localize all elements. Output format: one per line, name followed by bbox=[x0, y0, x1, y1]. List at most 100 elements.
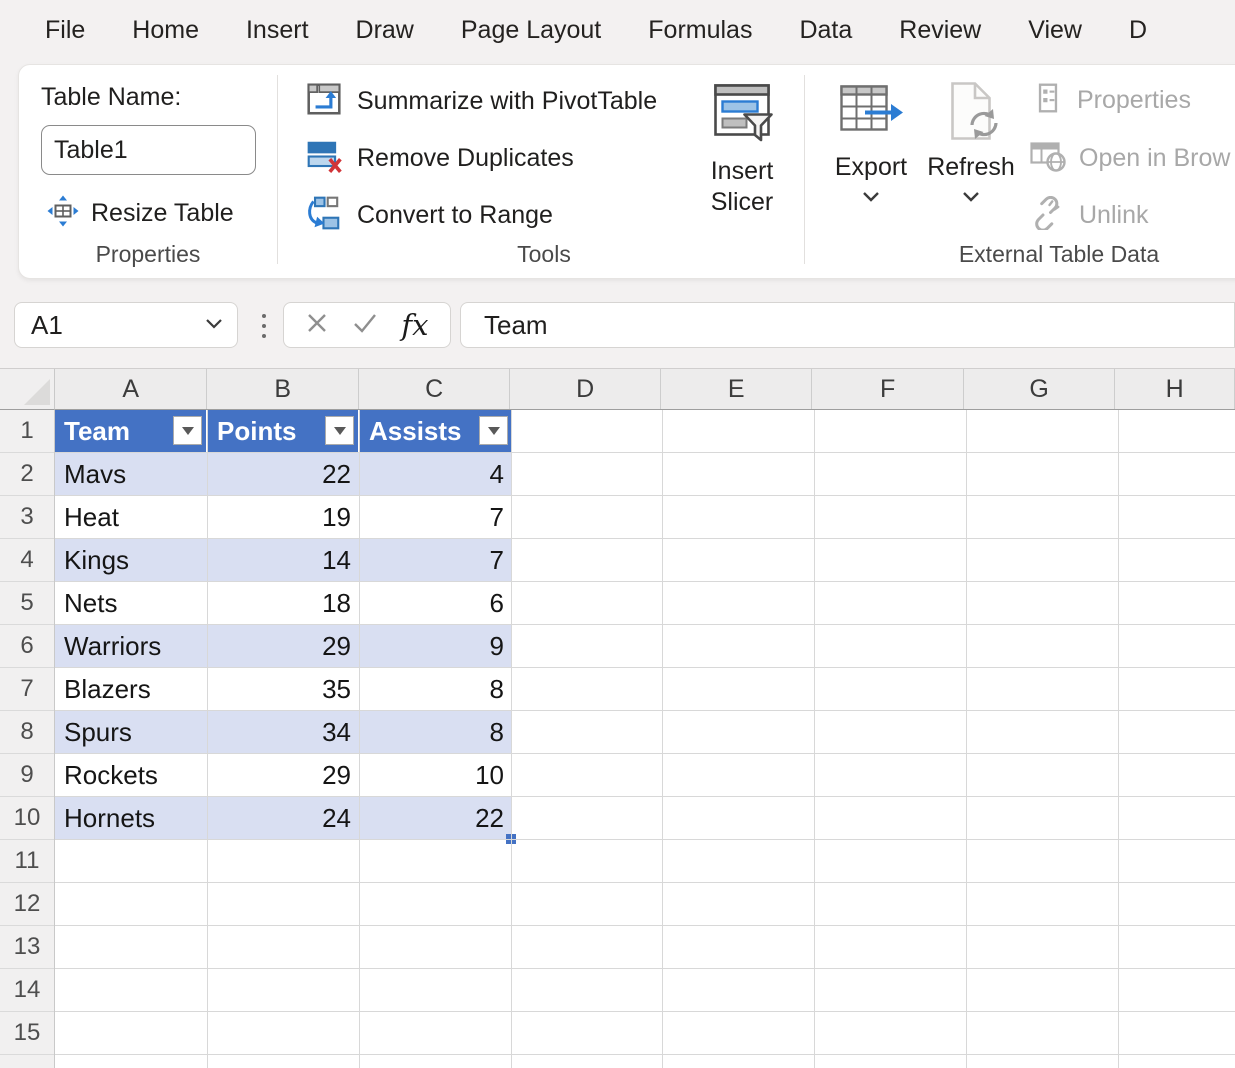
ribbon-tab-page-layout[interactable]: Page Layout bbox=[461, 16, 601, 45]
convert-to-range-label: Convert to Range bbox=[357, 201, 553, 230]
cell-A8[interactable]: Spurs bbox=[55, 711, 208, 753]
ribbon-tab-file[interactable]: File bbox=[45, 16, 85, 45]
row-header-8[interactable]: 8 bbox=[0, 711, 54, 754]
column-header-F[interactable]: F bbox=[812, 369, 963, 409]
excel-window: File Home Insert Draw Page Layout Formulas Dat… bbox=[0, 0, 1235, 1068]
name-box-chevron-icon[interactable] bbox=[205, 316, 237, 334]
table-name-input[interactable] bbox=[41, 125, 256, 175]
cell-C9[interactable]: 10 bbox=[360, 754, 512, 796]
ribbon-tab-view[interactable]: View bbox=[1028, 16, 1082, 45]
select-all-button[interactable] bbox=[0, 369, 55, 410]
cell-C6[interactable]: 9 bbox=[360, 625, 512, 667]
cell-C5[interactable]: 6 bbox=[360, 582, 512, 624]
formula-input[interactable]: Team bbox=[460, 302, 1235, 348]
ribbon-tab-data[interactable]: Data bbox=[799, 16, 852, 45]
ribbon-tab-insert[interactable]: Insert bbox=[246, 16, 309, 45]
convert-to-range-button[interactable]: Convert to Range bbox=[305, 195, 553, 235]
column-header-H[interactable]: H bbox=[1115, 369, 1235, 409]
cell-B3[interactable]: 19 bbox=[208, 496, 360, 538]
cell-B6[interactable]: 29 bbox=[208, 625, 360, 667]
table-header-cell-team[interactable]: Team bbox=[55, 410, 208, 453]
cell-C3[interactable]: 7 bbox=[360, 496, 512, 538]
gridline bbox=[359, 410, 360, 1068]
gridline bbox=[55, 1011, 1235, 1012]
cell-B5[interactable]: 18 bbox=[208, 582, 360, 624]
insert-slicer-label-line2: Slicer bbox=[711, 187, 774, 218]
cell-A10[interactable]: Hornets bbox=[55, 797, 208, 839]
convert-to-range-icon bbox=[305, 194, 343, 237]
gridline bbox=[55, 452, 1235, 453]
row-header-13[interactable]: 13 bbox=[0, 926, 54, 969]
remove-duplicates-button[interactable]: Remove Duplicates bbox=[305, 138, 574, 178]
column-header-G[interactable]: G bbox=[964, 369, 1115, 409]
resize-table-button[interactable]: Resize Table bbox=[47, 193, 234, 233]
filter-dropdown-team[interactable] bbox=[173, 416, 202, 445]
formula-value: Team bbox=[461, 310, 548, 341]
cell-B8[interactable]: 34 bbox=[208, 711, 360, 753]
row-header-15[interactable]: 15 bbox=[0, 1012, 54, 1055]
cell-B9[interactable]: 29 bbox=[208, 754, 360, 796]
row-header-2[interactable]: 2 bbox=[0, 453, 54, 496]
cell-A3[interactable]: Heat bbox=[55, 496, 208, 538]
cell-A7[interactable]: Blazers bbox=[55, 668, 208, 710]
gridline bbox=[966, 410, 967, 1068]
row-header-12[interactable]: 12 bbox=[0, 883, 54, 926]
unlink-button-disabled: Unlink bbox=[1029, 196, 1148, 234]
column-header-E[interactable]: E bbox=[661, 369, 812, 409]
column-header-D[interactable]: D bbox=[510, 369, 660, 409]
filter-dropdown-assists[interactable] bbox=[479, 416, 508, 445]
column-header-A[interactable]: A bbox=[55, 369, 207, 409]
cell-C4[interactable]: 7 bbox=[360, 539, 512, 581]
cancel-icon[interactable] bbox=[305, 311, 329, 340]
row-header-11[interactable]: 11 bbox=[0, 840, 54, 883]
cell-B10[interactable]: 24 bbox=[208, 797, 360, 839]
insert-function-button[interactable]: fx bbox=[401, 308, 428, 342]
group-divider bbox=[804, 75, 805, 264]
summarize-with-pivottable-button[interactable]: Summarize with PivotTable bbox=[305, 81, 657, 121]
row-header-5[interactable]: 5 bbox=[0, 582, 54, 625]
grid-body[interactable]: TeamPointsAssistsMavs224Heat197Kings147N… bbox=[55, 410, 1235, 1068]
cell-A9[interactable]: Rockets bbox=[55, 754, 208, 796]
enter-check-icon[interactable] bbox=[352, 312, 378, 339]
refresh-dropdown-chevron bbox=[962, 189, 980, 207]
column-header-C[interactable]: C bbox=[359, 369, 510, 409]
table-row-warriors: Warriors299 bbox=[55, 625, 512, 668]
cell-A2[interactable]: Mavs bbox=[55, 453, 208, 495]
export-icon bbox=[837, 79, 905, 152]
table-header-cell-assists[interactable]: Assists bbox=[360, 410, 512, 453]
row-header-7[interactable]: 7 bbox=[0, 668, 54, 711]
ribbon-tab-d[interactable]: D bbox=[1129, 16, 1147, 45]
cell-A6[interactable]: Warriors bbox=[55, 625, 208, 667]
ribbon-tab-draw[interactable]: Draw bbox=[356, 16, 414, 45]
table-header-cell-points[interactable]: Points bbox=[208, 410, 360, 453]
cell-B4[interactable]: 14 bbox=[208, 539, 360, 581]
ribbon-tab-formulas[interactable]: Formulas bbox=[648, 16, 752, 45]
refresh-button[interactable]: Refresh bbox=[924, 79, 1018, 207]
cell-C7[interactable]: 8 bbox=[360, 668, 512, 710]
row-header-10[interactable]: 10 bbox=[0, 797, 54, 840]
table-row-rockets: Rockets2910 bbox=[55, 754, 512, 797]
ribbon-tab-review[interactable]: Review bbox=[899, 16, 981, 45]
row-header-4[interactable]: 4 bbox=[0, 539, 54, 582]
row-header-3[interactable]: 3 bbox=[0, 496, 54, 539]
summarize-with-pivottable-label: Summarize with PivotTable bbox=[357, 87, 657, 116]
column-header-B[interactable]: B bbox=[207, 369, 358, 409]
cell-C8[interactable]: 8 bbox=[360, 711, 512, 753]
cell-B7[interactable]: 35 bbox=[208, 668, 360, 710]
cell-C2[interactable]: 4 bbox=[360, 453, 512, 495]
table-row-spurs: Spurs348 bbox=[55, 711, 512, 754]
filter-dropdown-points[interactable] bbox=[325, 416, 354, 445]
row-header-9[interactable]: 9 bbox=[0, 754, 54, 797]
ribbon-tab-home[interactable]: Home bbox=[132, 16, 199, 45]
name-box[interactable]: A1 bbox=[14, 302, 238, 348]
cell-A5[interactable]: Nets bbox=[55, 582, 208, 624]
cell-A4[interactable]: Kings bbox=[55, 539, 208, 581]
row-header-1[interactable]: 1 bbox=[0, 410, 54, 453]
cell-C10[interactable]: 22 bbox=[360, 797, 512, 839]
row-header-6[interactable]: 6 bbox=[0, 625, 54, 668]
cell-B2[interactable]: 22 bbox=[208, 453, 360, 495]
export-button[interactable]: Export bbox=[827, 79, 915, 207]
formula-bar-options-icon[interactable] bbox=[258, 310, 270, 342]
row-header-14[interactable]: 14 bbox=[0, 969, 54, 1012]
insert-slicer-button[interactable]: Insert Slicer bbox=[687, 79, 797, 218]
